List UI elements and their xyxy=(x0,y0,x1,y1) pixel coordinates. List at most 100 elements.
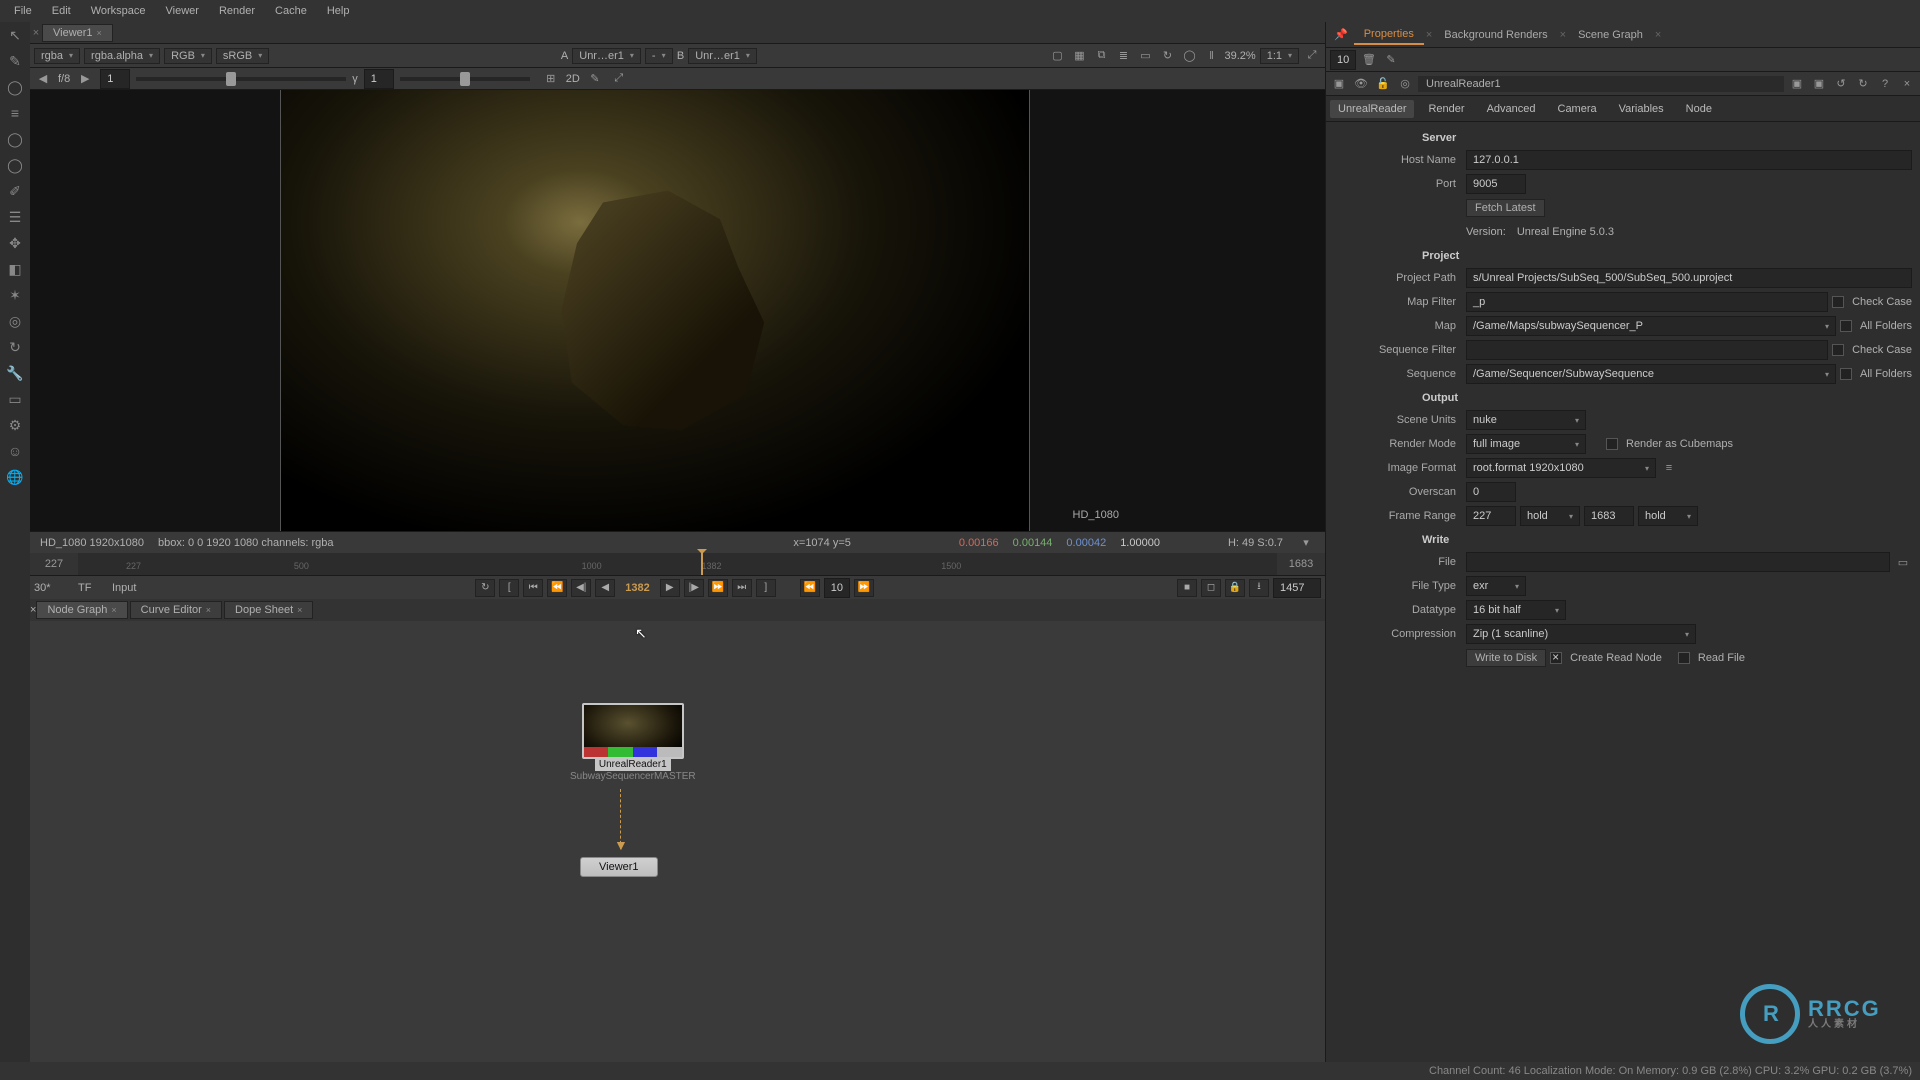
node-index[interactable]: 10 xyxy=(1330,50,1356,70)
file-field[interactable] xyxy=(1466,552,1890,572)
gamma-value[interactable]: 1 xyxy=(364,69,394,89)
tool-wrench-icon[interactable]: 🔧 xyxy=(6,364,24,382)
btn3-icon[interactable]: ↺ xyxy=(1832,75,1850,93)
tool-rot-icon[interactable]: ↻ xyxy=(6,338,24,356)
menu-edit[interactable]: Edit xyxy=(42,5,81,17)
step-fwd-btn[interactable]: |▶ xyxy=(684,579,704,597)
overscan-field[interactable]: 0 xyxy=(1466,482,1516,502)
in-point-btn[interactable]: [ xyxy=(499,579,519,597)
tool-list-icon[interactable]: ≡ xyxy=(6,104,24,122)
tab-properties[interactable]: Properties xyxy=(1354,25,1424,45)
close-icon[interactable]: × xyxy=(206,605,211,615)
help-icon[interactable]: ? xyxy=(1876,75,1894,93)
close-icon[interactable]: × xyxy=(97,28,102,38)
rmode-select[interactable]: full image xyxy=(1466,434,1586,454)
subtab-node[interactable]: Node xyxy=(1678,100,1720,118)
close-all-tabs-icon[interactable]: × xyxy=(30,27,42,39)
pin-icon[interactable]: 📌 xyxy=(1330,28,1352,41)
node-graph[interactable]: ↖ UnrealReader1 SubwaySequencerMASTER ▼ … xyxy=(30,621,1325,1062)
menu-cache[interactable]: Cache xyxy=(265,5,317,17)
btn2-icon[interactable]: ▣ xyxy=(1810,75,1828,93)
tool-gear-icon[interactable]: ⚙ xyxy=(6,416,24,434)
subtab-unrealreader[interactable]: UnrealReader xyxy=(1330,100,1414,118)
subtab-camera[interactable]: Camera xyxy=(1550,100,1605,118)
node-viewer[interactable]: Viewer1 xyxy=(580,857,658,877)
play-back-btn[interactable]: ◀ xyxy=(595,579,615,597)
comp-select[interactable]: Zip (1 scanline) xyxy=(1466,624,1696,644)
skip-amount[interactable]: 10 xyxy=(824,578,850,598)
lock-icon[interactable]: 🔒 xyxy=(1225,579,1245,597)
check-case-1[interactable] xyxy=(1832,296,1844,308)
dl-icon[interactable]: ⭳ xyxy=(1249,579,1269,597)
tab-bg-renders[interactable]: Background Renders xyxy=(1434,26,1557,44)
trash-icon[interactable]: 🗑 xyxy=(1360,51,1378,69)
viewer-tab[interactable]: Viewer1 × xyxy=(42,24,113,42)
step-kf-fwd-btn[interactable]: ⏩ xyxy=(708,579,728,597)
fr-out-mode[interactable]: hold xyxy=(1638,506,1698,526)
go-last-btn[interactable]: ⏭ xyxy=(732,579,752,597)
proxy-icon[interactable]: ▦ xyxy=(1071,47,1089,65)
a-slot-select[interactable]: - xyxy=(645,48,673,64)
tab-dope-sheet[interactable]: Dope Sheet × xyxy=(224,601,313,619)
menu-render[interactable]: Render xyxy=(209,5,265,17)
tool-globe-icon[interactable]: 🌐 xyxy=(6,468,24,486)
tool-cube-icon[interactable]: ◧ xyxy=(6,260,24,278)
units-select[interactable]: nuke xyxy=(1466,410,1586,430)
project-path-field[interactable]: s/Unreal Projects/SubSeq_500/SubSeq_500.… xyxy=(1466,268,1912,288)
roi-icon[interactable]: ▢ xyxy=(1049,47,1067,65)
skip-fwd-btn[interactable]: ⏩ xyxy=(854,579,874,597)
playhead[interactable] xyxy=(701,553,703,575)
wipe-icon[interactable]: ⧉ xyxy=(1093,47,1111,65)
target-icon[interactable]: ◎ xyxy=(1396,75,1414,93)
cubemap-check[interactable] xyxy=(1606,438,1618,450)
step-back-btn[interactable]: ◀| xyxy=(571,579,591,597)
viewer-canvas[interactable]: HD_1080 xyxy=(30,90,1325,531)
tab-curve-editor[interactable]: Curve Editor × xyxy=(130,601,222,619)
node-name-field[interactable]: UnrealReader1 xyxy=(1418,76,1784,92)
tool-oval2-icon[interactable]: ◯ xyxy=(6,156,24,174)
close-icon[interactable]: × xyxy=(297,605,302,615)
gamma-slider[interactable] xyxy=(400,77,530,81)
fetch-latest-button[interactable]: Fetch Latest xyxy=(1466,199,1545,217)
step-kf-back-btn[interactable]: ⏪ xyxy=(547,579,567,597)
eye-icon[interactable]: 👁 xyxy=(1352,75,1370,93)
edit-icon[interactable]: ✎ xyxy=(1382,51,1400,69)
map-select[interactable]: /Game/Maps/subwaySequencer_P xyxy=(1466,316,1836,336)
port-field[interactable]: 9005 xyxy=(1466,174,1526,194)
colorspace-select[interactable]: sRGB xyxy=(216,48,269,64)
ftype-select[interactable]: exr xyxy=(1466,576,1526,596)
write-disk-button[interactable]: Write to Disk xyxy=(1466,649,1546,667)
subtab-advanced[interactable]: Advanced xyxy=(1479,100,1544,118)
tool-star-icon[interactable]: ✶ xyxy=(6,286,24,304)
tool-arrow-icon[interactable]: ↖ xyxy=(6,26,24,44)
fr-out-field[interactable]: 1683 xyxy=(1584,506,1634,526)
dropper-icon[interactable]: ✎ xyxy=(586,70,604,88)
fstop-value[interactable]: 1 xyxy=(100,69,130,89)
smooth-icon[interactable]: ◯ xyxy=(1181,47,1199,65)
pause-icon[interactable]: ‖ xyxy=(1203,47,1221,65)
out-point-btn[interactable]: ] xyxy=(756,579,776,597)
pixel-ratio[interactable]: 1:1 xyxy=(1260,48,1299,64)
tab-scene-graph[interactable]: Scene Graph xyxy=(1568,26,1653,44)
go-first-btn[interactable]: ⏮ xyxy=(523,579,543,597)
seq-select[interactable]: /Game/Sequencer/SubwaySequence xyxy=(1466,364,1836,384)
timeline-track[interactable]: 227500100013821500 xyxy=(78,553,1277,575)
ifmt-select[interactable]: root.format 1920x1080 xyxy=(1466,458,1656,478)
seq-filter-field[interactable] xyxy=(1466,340,1828,360)
b-input-select[interactable]: Unr…er1 xyxy=(688,48,757,64)
tool-move-icon[interactable]: ✥ xyxy=(6,234,24,252)
fr-in-mode[interactable]: hold xyxy=(1520,506,1580,526)
input-select[interactable]: Input xyxy=(112,582,172,594)
tf-select[interactable]: TF xyxy=(78,582,108,594)
btn1-icon[interactable]: ▣ xyxy=(1788,75,1806,93)
menu-workspace[interactable]: Workspace xyxy=(81,5,156,17)
all-folders-1[interactable] xyxy=(1840,320,1852,332)
loop-icon[interactable]: ◻ xyxy=(1201,579,1221,597)
fit-icon[interactable]: ⤢ xyxy=(1303,47,1321,65)
read-file-check[interactable] xyxy=(1678,652,1690,664)
tool-paint-icon[interactable]: ✐ xyxy=(6,182,24,200)
grid-icon[interactable]: ⊞ xyxy=(542,70,560,88)
host-field[interactable]: 127.0.0.1 xyxy=(1466,150,1912,170)
fps-select[interactable]: 30* xyxy=(34,582,74,594)
btn4-icon[interactable]: ↻ xyxy=(1854,75,1872,93)
